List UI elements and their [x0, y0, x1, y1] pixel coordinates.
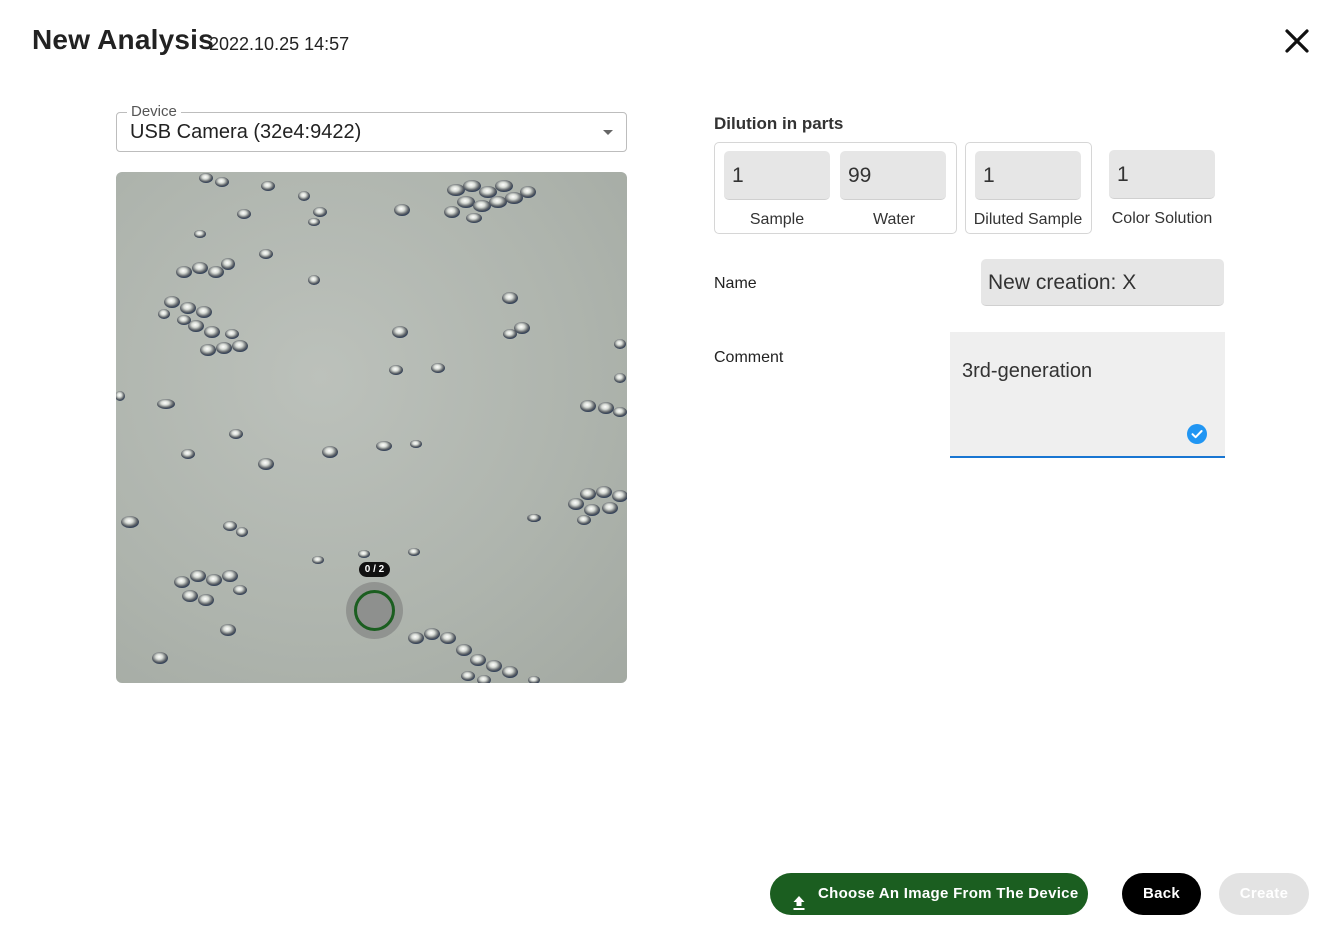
color-solution-input[interactable]: 1	[1109, 150, 1215, 199]
device-label: Device	[127, 104, 181, 120]
color-solution-value: 1	[1117, 163, 1129, 186]
diluted-sample-input[interactable]: 1	[975, 151, 1081, 200]
sample-label: Sample	[749, 211, 805, 228]
choose-image-label: Choose An Image From The Device	[818, 885, 1079, 902]
page-title: New Analysis	[32, 24, 214, 55]
chevron-down-icon	[603, 130, 613, 135]
analysis-datetime: 2022.10.25 14:57	[209, 34, 350, 54]
camera-preview[interactable]: 0 / 2	[116, 172, 627, 683]
name-input[interactable]: New creation: X	[981, 259, 1224, 306]
water-input[interactable]: 99	[840, 151, 946, 200]
sample-value: 1	[732, 164, 744, 187]
dilution-title: Dilution in parts	[714, 114, 844, 133]
comment-label: Comment	[714, 349, 784, 366]
choose-image-button[interactable]: Choose An Image From The Device	[770, 873, 1088, 915]
capture-counter-badge: 0 / 2	[359, 562, 390, 577]
water-label: Water	[872, 211, 916, 228]
name-label: Name	[714, 275, 757, 292]
comment-value: 3rd-generation	[962, 360, 1093, 382]
name-value: New creation: X	[988, 271, 1137, 294]
device-select[interactable]: Device USB Camera (32e4:9422)	[116, 104, 627, 152]
check-circle-icon	[1187, 424, 1207, 444]
color-solution-label: Color Solution	[1111, 210, 1213, 227]
comment-textarea[interactable]: 3rd-generation	[950, 332, 1225, 458]
create-button[interactable]: Create	[1219, 873, 1309, 915]
water-value: 99	[848, 164, 872, 187]
diluted-sample-label: Diluted Sample	[973, 211, 1083, 228]
sample-input[interactable]: 1	[724, 151, 830, 200]
diluted-sample-value: 1	[983, 164, 995, 187]
close-icon[interactable]	[1280, 24, 1314, 58]
capture-button[interactable]	[346, 582, 403, 639]
upload-icon	[791, 886, 807, 910]
back-button[interactable]: Back	[1122, 873, 1201, 915]
capture-ring-icon	[354, 590, 395, 631]
device-value: USB Camera (32e4:9422)	[130, 121, 362, 143]
